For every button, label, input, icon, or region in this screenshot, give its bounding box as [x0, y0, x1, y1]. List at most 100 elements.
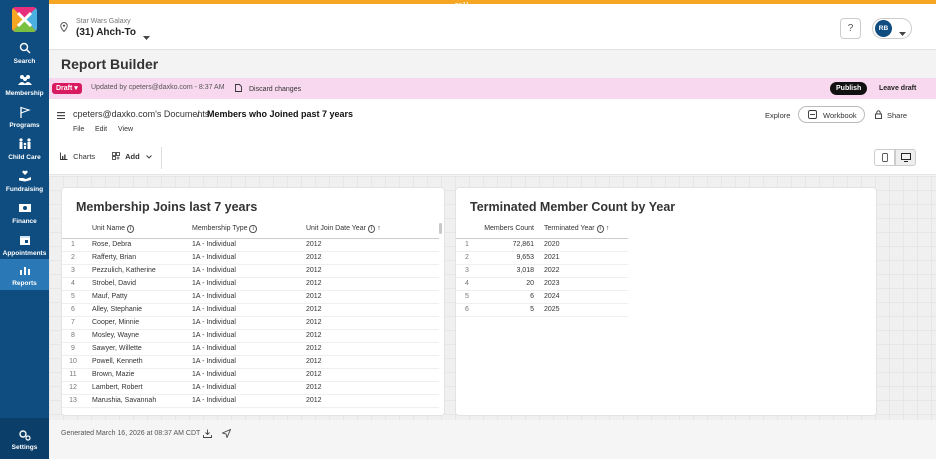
table-row[interactable]: 10 Powell, Kenneth 1A - Individual 2012 — [62, 355, 440, 369]
report-canvas: Membership Joins last 7 years Unit Name … — [49, 176, 936, 420]
chevron-down-icon[interactable] — [143, 31, 150, 43]
table-row[interactable]: 2 Rafferty, Brian 1A - Individual 2012 — [62, 251, 440, 265]
join-year-cell: 2012 — [306, 381, 440, 395]
document-title[interactable]: Members who Joined past 7 years — [207, 109, 353, 119]
share-button[interactable]: Share — [875, 110, 907, 121]
breadcrumb-separator: / — [197, 109, 200, 119]
table-row[interactable]: 7 Cooper, Minnie 1A - Individual 2012 — [62, 316, 440, 330]
table-row[interactable]: 3 3,018 2022 — [456, 264, 628, 278]
scrollbar-thumb[interactable] — [439, 223, 442, 234]
workbook-icon — [808, 110, 817, 121]
add-button[interactable]: Add — [112, 152, 152, 161]
editor-toolbar: Charts Add — [49, 144, 936, 174]
table-scrollbar[interactable] — [439, 219, 443, 415]
sidebar-item-label: Appointments — [2, 250, 47, 257]
toolbar-divider — [161, 147, 162, 169]
row-index: 4 — [62, 277, 84, 291]
search-icon — [0, 42, 49, 56]
table-row[interactable]: 1 Rose, Debra 1A - Individual 2012 — [62, 238, 440, 252]
location-selector[interactable]: (31) Ahch-To — [76, 27, 136, 38]
membership-joins-table: Unit Name i Membership Type i Unit Join … — [62, 219, 440, 408]
chart-icon — [0, 264, 49, 278]
join-year-cell: 2012 — [306, 329, 440, 343]
sidebar-item-label: Settings — [11, 444, 38, 451]
row-index: 9 — [62, 342, 84, 356]
info-icon: i — [127, 224, 135, 233]
table-row[interactable]: 9 Sawyer, Willette 1A - Individual 2012 — [62, 342, 440, 356]
join-year-cell: 2012 — [306, 303, 440, 317]
discard-changes-button[interactable]: Discard changes — [235, 84, 301, 93]
info-icon: i — [367, 224, 376, 233]
join-year-cell: 2012 — [306, 355, 440, 369]
explore-button[interactable]: Explore — [765, 111, 790, 120]
app-logo[interactable] — [12, 7, 37, 32]
table-header-join-year[interactable]: Unit Join Date Year i ↑ — [306, 219, 440, 239]
sidebar-item-settings[interactable]: Settings — [0, 418, 49, 459]
members-count-cell: 9,653 — [478, 251, 544, 265]
table-row[interactable]: 3 Pezzulich, Katherine 1A - Individual 2012 — [62, 264, 440, 278]
row-index: 1 — [62, 238, 84, 252]
membership-type-cell: 1A - Individual — [192, 316, 306, 330]
desktop-view-button[interactable] — [895, 149, 916, 166]
unit-name-cell: Marushia, Savannah — [84, 394, 192, 408]
menu-file[interactable]: File — [73, 126, 84, 133]
table-header-members-count[interactable]: Members Count — [478, 219, 544, 239]
charts-button[interactable]: Charts — [60, 152, 95, 161]
table-row[interactable]: 13 Marushia, Savannah 1A - Individual 2012 — [62, 394, 440, 408]
sidebar-item-membership[interactable]: Membership — [0, 71, 49, 103]
mobile-view-button[interactable] — [874, 149, 895, 166]
members-count-cell: 3,018 — [478, 264, 544, 278]
download-icon[interactable] — [203, 429, 212, 441]
desktop-icon — [901, 153, 911, 162]
sidebar-item-reports[interactable]: Reports — [0, 259, 49, 290]
sidebar-item-finance[interactable]: Finance — [0, 199, 49, 231]
breadcrumb-documents[interactable]: cpeters@daxko.com's Documents — [73, 109, 209, 119]
table-row[interactable]: 4 20 2023 — [456, 277, 628, 291]
table-row[interactable]: 6 Alley, Stephanie 1A - Individual 2012 — [62, 303, 440, 317]
calendar-icon — [0, 234, 49, 248]
user-menu-button[interactable]: RB — [872, 18, 912, 39]
help-button[interactable]: ? — [840, 18, 861, 39]
table-row[interactable]: 5 Mauf, Patty 1A - Individual 2012 — [62, 290, 440, 304]
table-row[interactable]: 11 Brown, Mazie 1A - Individual 2012 — [62, 368, 440, 382]
row-index: 8 — [62, 329, 84, 343]
table-header-terminated-year[interactable]: Terminated Year i ↑ — [544, 219, 628, 239]
leave-draft-button[interactable]: Leave draft — [879, 85, 916, 92]
grid-add-icon — [112, 152, 120, 160]
table-row[interactable]: 12 Lambert, Robert 1A - Individual 2012 — [62, 381, 440, 395]
table-row[interactable]: 1 72,861 2020 — [456, 238, 628, 252]
row-index: 4 — [456, 277, 478, 291]
draft-bar: Draft ▾ Updated by cpeters@daxko.com - 8… — [49, 78, 936, 99]
row-index: 2 — [456, 251, 478, 265]
report-footer: Generated March 16, 2026 at 08:37 AM CDT — [49, 420, 936, 459]
menu-view[interactable]: View — [118, 126, 133, 133]
table-header-membership-type[interactable]: Membership Type i — [192, 219, 306, 239]
chevron-down-icon — [899, 27, 906, 39]
table-row[interactable]: 5 6 2024 — [456, 290, 628, 304]
row-index: 11 — [62, 368, 84, 382]
row-index: 6 — [62, 303, 84, 317]
people-icon — [0, 74, 49, 88]
table-row[interactable]: 4 Strobel, David 1A - Individual 2012 — [62, 277, 440, 291]
publish-button[interactable]: Publish — [830, 82, 868, 95]
unit-name-cell: Rose, Debra — [84, 238, 192, 252]
terminated-count-table: Members Count Terminated Year i ↑ 1 72,86… — [456, 219, 628, 317]
table-row[interactable]: 2 9,653 2021 — [456, 251, 628, 265]
gear-icon — [0, 429, 49, 441]
table-row[interactable]: 6 5 2025 — [456, 303, 628, 317]
hamburger-menu-icon[interactable] — [57, 110, 65, 122]
sidebar-item-programs[interactable]: Programs — [0, 103, 49, 135]
sidebar-item-fundraising[interactable]: Fundraising — [0, 167, 49, 199]
row-index: 2 — [62, 251, 84, 265]
sidebar-item-search[interactable]: Search — [0, 39, 49, 71]
sidebar-item-label: Reports — [12, 280, 37, 287]
membership-type-cell: 1A - Individual — [192, 394, 306, 408]
draft-status-dropdown[interactable]: Draft ▾ — [52, 83, 82, 94]
menu-edit[interactable]: Edit — [95, 126, 107, 133]
send-icon[interactable] — [221, 428, 232, 441]
table-row[interactable]: 8 Mosley, Wayne 1A - Individual 2012 — [62, 329, 440, 343]
workbook-button[interactable]: Workbook — [798, 106, 865, 123]
sidebar-item-child-care[interactable]: Child Care — [0, 135, 49, 167]
panel-title: Membership Joins last 7 years — [76, 200, 258, 214]
table-header-unit-name[interactable]: Unit Name i — [84, 219, 192, 239]
